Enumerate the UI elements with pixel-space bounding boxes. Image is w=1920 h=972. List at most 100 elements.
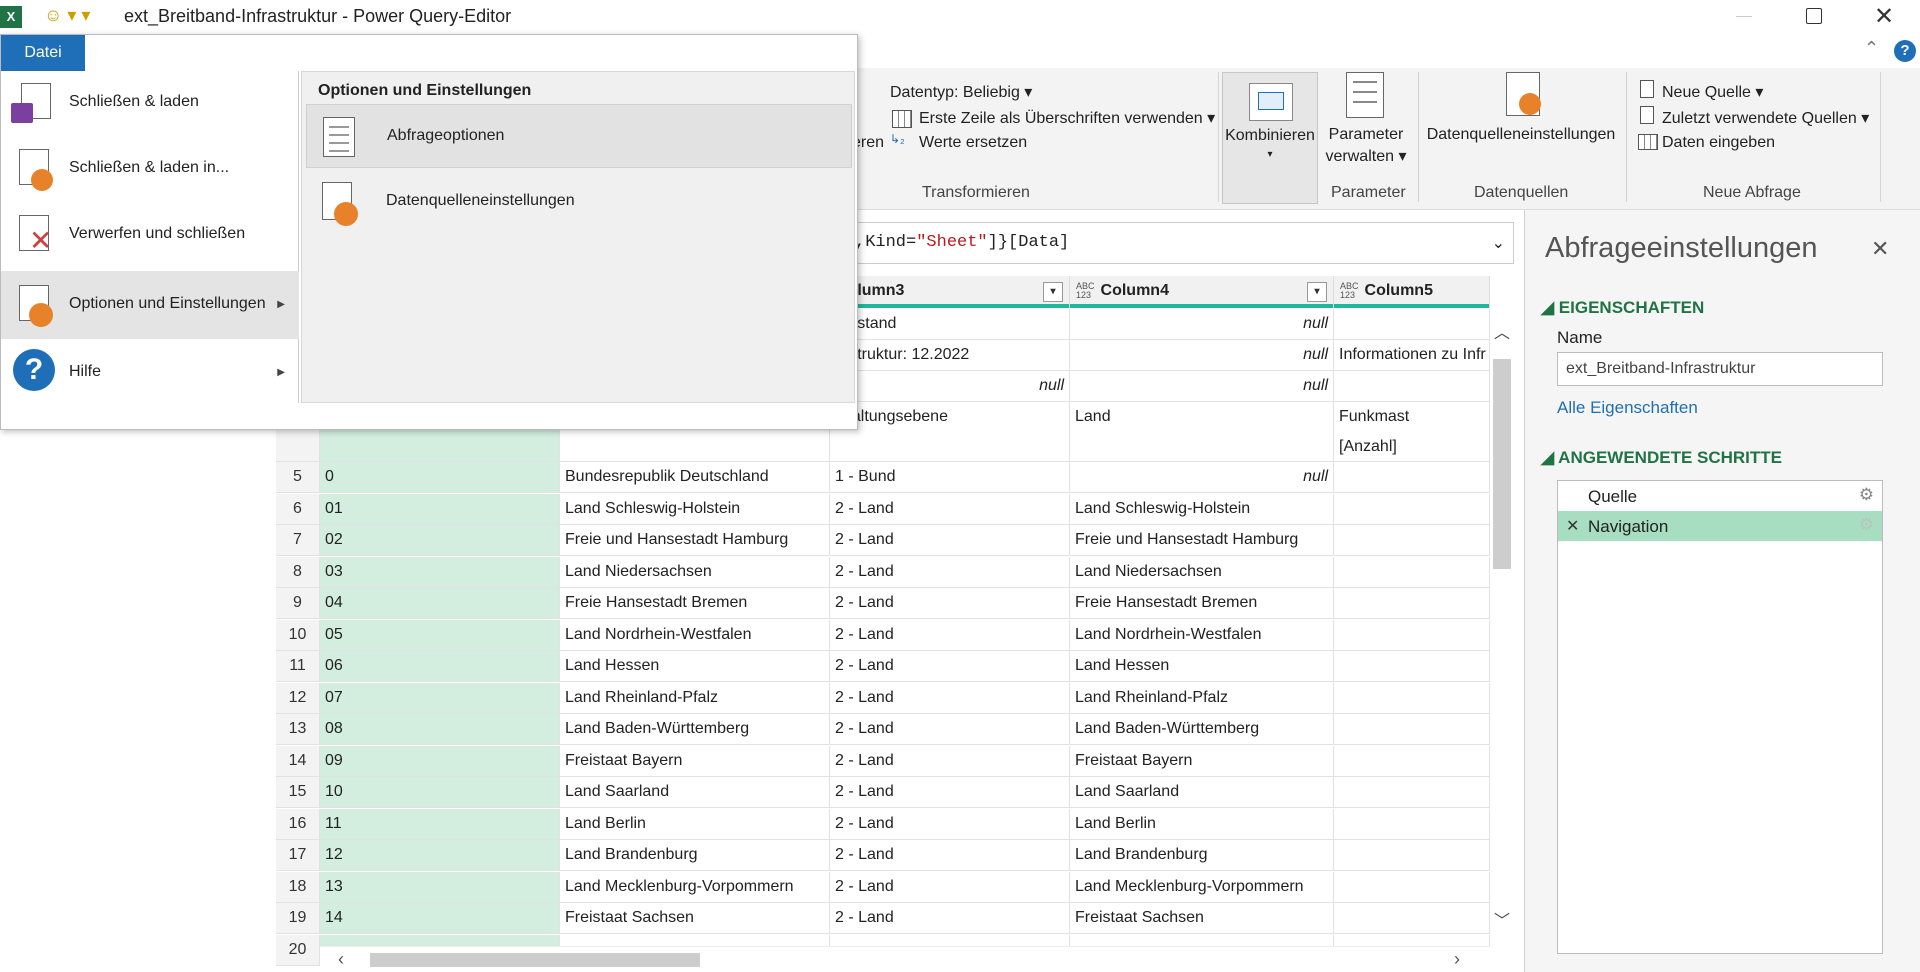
cell[interactable] xyxy=(1334,682,1490,713)
step-settings-gear-icon[interactable]: ⚙ xyxy=(1859,515,1874,535)
cell[interactable]: Freie Hansestadt Bremen xyxy=(1070,588,1334,618)
scroll-up-icon[interactable]: ︿ xyxy=(1494,319,1510,343)
cell[interactable]: Land Mecklenburg-Vorpommern xyxy=(1070,871,1334,902)
cell[interactable]: Informationen zu Infr xyxy=(1334,340,1490,370)
replace-values-button[interactable]: Werte ersetzen xyxy=(919,134,1027,152)
quick-access-toolbar[interactable]: ☺ ▾ ▾ xyxy=(44,5,90,26)
enter-data-button[interactable]: Daten eingeben xyxy=(1662,134,1775,152)
cell[interactable]: 07 xyxy=(320,682,560,713)
formula-bar[interactable]: ,Kind="Sheet"]}[Data] ⌄ xyxy=(848,222,1514,264)
cell[interactable] xyxy=(1334,903,1490,933)
cell[interactable]: null xyxy=(1070,309,1334,339)
cell[interactable]: Land Saarland xyxy=(1070,777,1334,807)
cell[interactable]: Land Rheinland-Pfalz xyxy=(560,682,830,713)
cell[interactable]: Land Berlin xyxy=(1070,808,1334,839)
cell[interactable]: 06 xyxy=(320,651,560,681)
cell[interactable] xyxy=(1334,309,1490,339)
row-number[interactable]: 13 xyxy=(276,714,320,744)
cell[interactable]: Land Rheinland-Pfalz xyxy=(1070,682,1334,713)
cell[interactable] xyxy=(1334,714,1490,744)
cell[interactable]: Freistaat Bayern xyxy=(560,745,830,776)
manage-parameters-button[interactable]: Parameter verwalten ▾ xyxy=(1322,72,1410,178)
type-any-icon[interactable]: ABC 123 xyxy=(1340,282,1359,300)
cell[interactable]: Freistaat Sachsen xyxy=(1070,903,1334,933)
cell[interactable] xyxy=(1334,619,1490,650)
cell[interactable]: Land Berlin xyxy=(560,808,830,839)
row-number[interactable]: 10 xyxy=(276,619,320,650)
cell[interactable]: 03 xyxy=(320,556,560,587)
step-settings-gear-icon[interactable]: ⚙ xyxy=(1859,485,1874,505)
first-row-headers-button[interactable]: Erste Zeile als Überschriften verwenden … xyxy=(919,108,1215,128)
row-number[interactable]: 8 xyxy=(276,556,320,587)
cell[interactable]: Freie und Hansestadt Hamburg xyxy=(560,525,830,555)
row-number[interactable]: 14 xyxy=(276,745,320,776)
datatype-dropdown[interactable]: Datentyp: Beliebig ▾ xyxy=(890,82,1032,102)
step-item-selected[interactable]: ✕ Navigation ⚙ xyxy=(1558,511,1882,541)
cell[interactable] xyxy=(1334,651,1490,681)
cell[interactable]: 2 - Land xyxy=(830,682,1070,713)
row-number[interactable]: 15 xyxy=(276,777,320,807)
help-item[interactable]: ? Hilfe ▶ xyxy=(1,341,299,403)
cell[interactable] xyxy=(1334,840,1490,870)
cell[interactable]: tenstand xyxy=(830,309,1070,339)
row-number[interactable]: 5 xyxy=(276,462,320,492)
cell[interactable] xyxy=(1334,371,1490,401)
cell[interactable]: 2 - Land xyxy=(830,619,1070,650)
horizontal-scroll-thumb[interactable] xyxy=(370,953,700,967)
cell[interactable]: 04 xyxy=(320,588,560,618)
type-any-icon[interactable]: ABC 123 xyxy=(1076,282,1095,300)
scroll-right-icon[interactable]: › xyxy=(1454,949,1460,970)
row-number[interactable]: 16 xyxy=(276,808,320,839)
cell[interactable] xyxy=(1334,493,1490,524)
row-number[interactable]: 18 xyxy=(276,871,320,902)
cell[interactable]: 05 xyxy=(320,619,560,650)
cell[interactable] xyxy=(1334,462,1490,492)
cell[interactable]: 09 xyxy=(320,745,560,776)
cell[interactable]: 2 - Land xyxy=(830,745,1070,776)
cell[interactable]: Land Hessen xyxy=(1070,651,1334,681)
cell[interactable]: Land Baden-Württemberg xyxy=(1070,714,1334,744)
cell[interactable]: 10 xyxy=(320,777,560,807)
cell[interactable]: 13 xyxy=(320,871,560,902)
cell[interactable]: null xyxy=(830,371,1070,401)
cell[interactable] xyxy=(1334,871,1490,902)
cell[interactable]: 2 - Land xyxy=(830,714,1070,744)
row-number[interactable]: 12 xyxy=(276,682,320,713)
properties-heading[interactable]: ◢ EIGENSCHAFTEN xyxy=(1541,298,1704,318)
cell[interactable]: 02 xyxy=(320,525,560,555)
step-item[interactable]: Quelle ⚙ xyxy=(1558,481,1882,511)
collapse-ribbon-icon[interactable]: ⌃ xyxy=(1864,38,1879,59)
cell[interactable]: 2 - Land xyxy=(830,777,1070,807)
column3-filter-button[interactable]: ▾ xyxy=(1043,282,1063,302)
cell[interactable]: Freistaat Bayern xyxy=(1070,745,1334,776)
cell[interactable]: 2 - Land xyxy=(830,651,1070,681)
vertical-scroll-thumb[interactable] xyxy=(1493,359,1511,569)
query-options-item[interactable]: Abfrageoptionen xyxy=(306,104,852,168)
datasource-settings-item[interactable]: Datenquelleneinstellungen xyxy=(306,170,852,234)
applied-steps-heading[interactable]: ◢ ANGEWENDETE SCHRITTE xyxy=(1541,448,1782,468)
column-header-4[interactable]: ABC 123 Column4 ▾ xyxy=(1070,276,1334,308)
excel-icon[interactable]: X xyxy=(0,6,22,28)
cell[interactable]: Land Baden-Württemberg xyxy=(560,714,830,744)
datasource-settings-button[interactable]: Datenquelleneinstellungen xyxy=(1424,72,1618,178)
column4-filter-button[interactable]: ▾ xyxy=(1307,282,1327,302)
close-and-load-item[interactable]: Schließen & laden xyxy=(1,71,299,135)
scroll-left-icon[interactable]: ‹ xyxy=(338,949,344,970)
query-name-input[interactable] xyxy=(1557,352,1883,386)
cell[interactable]: 2 - Land xyxy=(830,840,1070,870)
cell[interactable]: Land Saarland xyxy=(560,777,830,807)
help-icon[interactable]: ? xyxy=(1894,40,1916,62)
cell[interactable]: 2 - Land xyxy=(830,556,1070,587)
minimize-icon[interactable] xyxy=(1736,16,1752,17)
cell[interactable]: Land Brandenburg xyxy=(1070,840,1334,870)
all-properties-link[interactable]: Alle Eigenschaften xyxy=(1557,398,1698,418)
cell[interactable]: 08 xyxy=(320,714,560,744)
close-and-load-to-item[interactable]: Schließen & laden in... xyxy=(1,137,299,201)
cell[interactable]: null xyxy=(1070,371,1334,401)
scroll-down-icon[interactable]: ﹀ xyxy=(1494,907,1510,931)
cell[interactable]: 2 - Land xyxy=(830,493,1070,524)
cell[interactable] xyxy=(1334,588,1490,618)
close-icon[interactable]: ✕ xyxy=(1874,2,1894,31)
cell[interactable]: Land Schleswig-Holstein xyxy=(560,493,830,524)
cell[interactable]: Land Brandenburg xyxy=(560,840,830,870)
